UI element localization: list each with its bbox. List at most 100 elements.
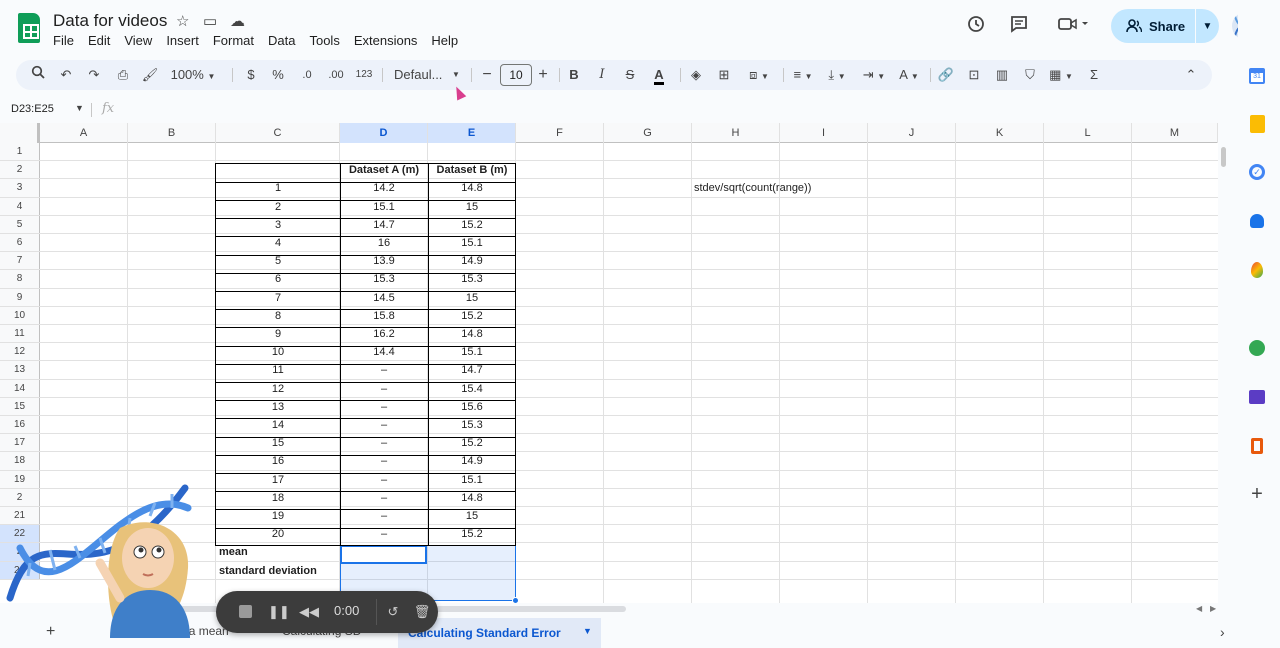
vertical-scroll-thumb[interactable] xyxy=(1221,147,1226,167)
restart-icon[interactable]: ↺ xyxy=(383,602,403,622)
row-header[interactable]: 16 xyxy=(0,416,40,434)
table-header-cell[interactable]: Dataset A (m) xyxy=(340,161,428,178)
decrease-decimal-button[interactable]: .0 xyxy=(298,60,316,90)
table-cell[interactable]: 15 xyxy=(428,289,516,306)
zoom-select[interactable]: 100% ▼ xyxy=(169,60,217,90)
text-rotation-icon[interactable]: A ▼ xyxy=(894,60,924,90)
filter-views-icon[interactable]: ▦ ▼ xyxy=(1046,60,1076,90)
delete-icon[interactable]: 🗑 xyxy=(412,602,432,622)
contacts-icon[interactable] xyxy=(1246,210,1268,232)
table-cell[interactable]: 16 xyxy=(216,452,340,469)
merge-cells-icon[interactable]: ⧈ ▼ xyxy=(741,60,777,90)
insert-link-icon[interactable]: 🔗 xyxy=(936,60,956,90)
video-icon[interactable] xyxy=(1055,14,1091,38)
table-header-cell[interactable] xyxy=(216,161,340,178)
font-size-increase-button[interactable]: + xyxy=(536,60,550,90)
table-cell[interactable]: 15.1 xyxy=(340,198,428,215)
print-icon[interactable]: ⎙ xyxy=(113,60,133,90)
search-menus-icon[interactable] xyxy=(28,60,48,90)
table-cell[interactable]: 15.2 xyxy=(428,525,516,542)
cloud-icon[interactable]: ☁ xyxy=(230,12,245,30)
borders-icon[interactable]: ⊞ xyxy=(714,60,734,90)
percent-format-button[interactable]: % xyxy=(271,60,285,90)
table-cell[interactable]: 2 xyxy=(216,198,340,215)
document-title[interactable]: Data for videos xyxy=(53,11,167,31)
insert-comment-icon[interactable]: ⊡ xyxy=(964,60,984,90)
share-button[interactable]: Share ▼ xyxy=(1111,9,1219,43)
row-header[interactable]: 12 xyxy=(0,343,40,361)
table-cell[interactable]: 13.9 xyxy=(340,252,428,269)
row-header[interactable]: 11 xyxy=(0,325,40,343)
stat-label-cell[interactable]: mean xyxy=(219,543,339,560)
keep-icon[interactable] xyxy=(1246,113,1268,135)
name-box-dropdown-icon[interactable]: ▼ xyxy=(75,103,84,113)
sheet-tab-menu-icon[interactable]: ▼ xyxy=(583,626,592,636)
rewind-icon[interactable]: ◀◀ xyxy=(299,602,319,622)
currency-format-button[interactable]: $ xyxy=(244,60,258,90)
column-header-k[interactable]: K xyxy=(956,123,1044,143)
table-cell[interactable]: 15.4 xyxy=(428,380,516,397)
table-cell[interactable]: 14.4 xyxy=(340,343,428,360)
number-format-button[interactable]: 123 xyxy=(354,60,374,90)
table-cell[interactable]: 15.1 xyxy=(428,234,516,251)
name-box[interactable]: D23:E25 xyxy=(11,103,54,115)
redo-icon[interactable]: ↷ xyxy=(84,60,104,90)
table-cell[interactable]: 14.7 xyxy=(428,361,516,378)
text-wrapping-icon[interactable]: ⇥ ▼ xyxy=(859,60,889,90)
table-cell[interactable]: – xyxy=(340,361,428,378)
table-cell[interactable]: 6 xyxy=(216,270,340,287)
row-header[interactable]: 13 xyxy=(0,361,40,379)
menu-help[interactable]: Help xyxy=(431,32,465,50)
table-cell[interactable]: 14.8 xyxy=(428,325,516,342)
column-header-d[interactable]: D xyxy=(340,123,428,143)
strikethrough-icon[interactable]: S xyxy=(622,60,638,90)
table-cell[interactable]: – xyxy=(340,471,428,488)
table-cell[interactable]: 17 xyxy=(216,471,340,488)
share-main[interactable]: Share xyxy=(1111,19,1195,34)
note-cell[interactable]: stdev/sqrt(count(range)) xyxy=(694,179,894,196)
sheets-logo[interactable] xyxy=(18,13,40,43)
table-cell[interactable]: 13 xyxy=(216,398,340,415)
vertical-scrollbar[interactable] xyxy=(1219,143,1227,603)
table-cell[interactable]: 20 xyxy=(216,525,340,542)
fill-handle[interactable] xyxy=(512,597,519,603)
table-cell[interactable]: – xyxy=(340,525,428,542)
side-panel-toggle-icon[interactable]: › xyxy=(1220,624,1225,640)
undo-icon[interactable]: ↶ xyxy=(56,60,76,90)
calendar-icon[interactable]: 31 xyxy=(1246,65,1268,87)
table-cell[interactable]: 14.2 xyxy=(340,179,428,196)
menu-edit[interactable]: Edit xyxy=(88,32,117,50)
table-cell[interactable]: 3 xyxy=(216,216,340,233)
comment-icon[interactable] xyxy=(1007,14,1031,38)
column-header-e[interactable]: E xyxy=(428,123,516,143)
table-cell[interactable]: – xyxy=(340,507,428,524)
plus-icon[interactable]: + xyxy=(1246,483,1268,505)
row-header[interactable]: 7 xyxy=(0,252,40,270)
table-cell[interactable]: 4 xyxy=(216,234,340,251)
scroll-right-icon[interactable]: ▶ xyxy=(1210,604,1216,613)
addon-icon[interactable] xyxy=(1246,337,1268,359)
row-header[interactable]: 3 xyxy=(0,179,40,197)
share-dropdown-icon[interactable]: ▼ xyxy=(1196,21,1219,32)
column-header-m[interactable]: M xyxy=(1132,123,1218,143)
table-cell[interactable]: 16 xyxy=(340,234,428,251)
select-all-corner[interactable] xyxy=(0,123,40,143)
table-cell[interactable]: 14.8 xyxy=(428,489,516,506)
star-icon[interactable]: ☆ xyxy=(176,12,189,30)
fill-color-icon[interactable]: ◈ xyxy=(686,60,706,90)
table-cell[interactable]: 5 xyxy=(216,252,340,269)
functions-icon[interactable]: Σ xyxy=(1084,60,1104,90)
history-icon[interactable] xyxy=(964,14,988,38)
office-icon[interactable] xyxy=(1246,435,1268,457)
pause-icon[interactable]: ❚❚ xyxy=(268,602,290,622)
font-size-input[interactable]: 10 xyxy=(500,64,532,86)
table-cell[interactable]: 15.3 xyxy=(340,270,428,287)
table-header-cell[interactable]: Dataset B (m) xyxy=(428,161,516,178)
increase-decimal-button[interactable]: .00 xyxy=(325,60,347,90)
row-header[interactable]: 5 xyxy=(0,215,40,233)
table-cell[interactable]: 15.1 xyxy=(428,471,516,488)
row-header[interactable]: 6 xyxy=(0,234,40,252)
column-header-i[interactable]: I xyxy=(780,123,868,143)
collapse-toolbar-icon[interactable]: ⌃ xyxy=(1181,60,1201,90)
text-color-icon[interactable]: A xyxy=(649,60,669,90)
